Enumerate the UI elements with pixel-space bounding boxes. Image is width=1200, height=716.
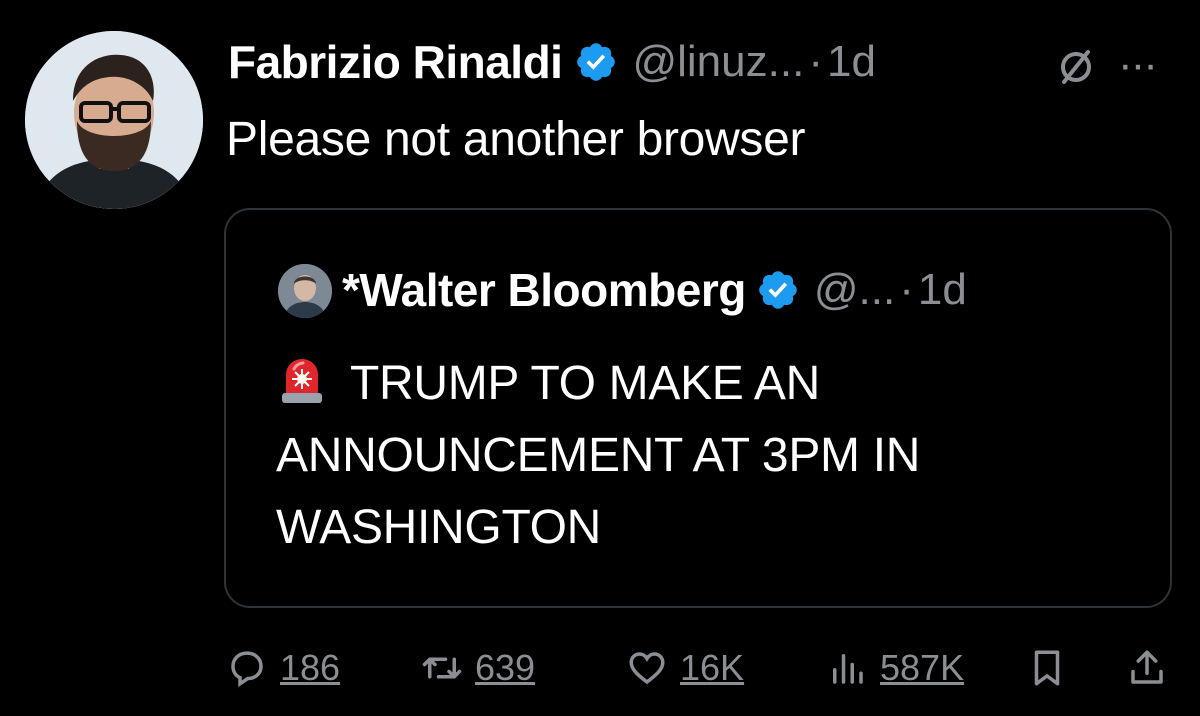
siren-emoji-icon (276, 353, 328, 405)
reply-icon (231, 651, 263, 688)
author-name[interactable]: Fabrizio Rinaldi (228, 35, 563, 89)
author-avatar[interactable] (25, 31, 203, 209)
quote-time[interactable]: 1d (918, 265, 967, 315)
quote-author-handle[interactable]: @... (814, 265, 895, 315)
separator-dot: · (808, 37, 823, 86)
quote-text-block: TRUMP TO MAKE AN ANNOUNCEMENT AT 3PM IN … (276, 348, 1136, 564)
repost-icon (422, 657, 462, 679)
bookmark-button[interactable] (1026, 640, 1068, 696)
quote-author-avatar[interactable] (278, 264, 332, 318)
tweet-time[interactable]: 1d (827, 37, 876, 87)
quote-avatar-image (278, 264, 332, 318)
like-icon (629, 652, 665, 685)
more-icon[interactable]: ··· (1118, 40, 1158, 90)
verified-badge-icon[interactable] (574, 40, 618, 84)
quoted-tweet[interactable]: *Walter Bloomberg @... · 1d TRUMP TO MAK… (224, 208, 1172, 608)
quote-author-name[interactable]: *Walter Bloomberg (342, 263, 746, 317)
reply-button[interactable]: 186 (226, 640, 340, 696)
bookmark-icon (1034, 650, 1060, 686)
quote-verified-badge-icon[interactable] (756, 268, 800, 312)
quote-separator-dot: · (899, 265, 914, 314)
quote-text: TRUMP TO MAKE AN ANNOUNCEMENT AT 3PM IN … (276, 357, 921, 554)
quote-header: *Walter Bloomberg @... · 1d (342, 258, 967, 322)
share-button[interactable] (1126, 640, 1168, 696)
like-button[interactable]: 16K (626, 640, 744, 696)
share-icon (1131, 650, 1163, 684)
views-button[interactable]: 587K (826, 640, 964, 696)
reply-count[interactable]: 186 (280, 647, 340, 689)
repost-button[interactable]: 639 (421, 640, 535, 696)
like-count[interactable]: 16K (680, 647, 744, 689)
author-handle[interactable]: @linuz... (632, 37, 804, 87)
grok-icon[interactable] (1055, 46, 1097, 88)
action-bar: 186 639 16K 587K (226, 640, 1176, 696)
tweet-header: Fabrizio Rinaldi @linuz... · 1d (228, 30, 876, 94)
author-avatar-image (25, 31, 203, 209)
repost-count[interactable]: 639 (475, 647, 535, 689)
views-icon (833, 654, 863, 684)
view-count[interactable]: 587K (880, 647, 964, 689)
tweet-text: Please not another browser (226, 113, 806, 166)
